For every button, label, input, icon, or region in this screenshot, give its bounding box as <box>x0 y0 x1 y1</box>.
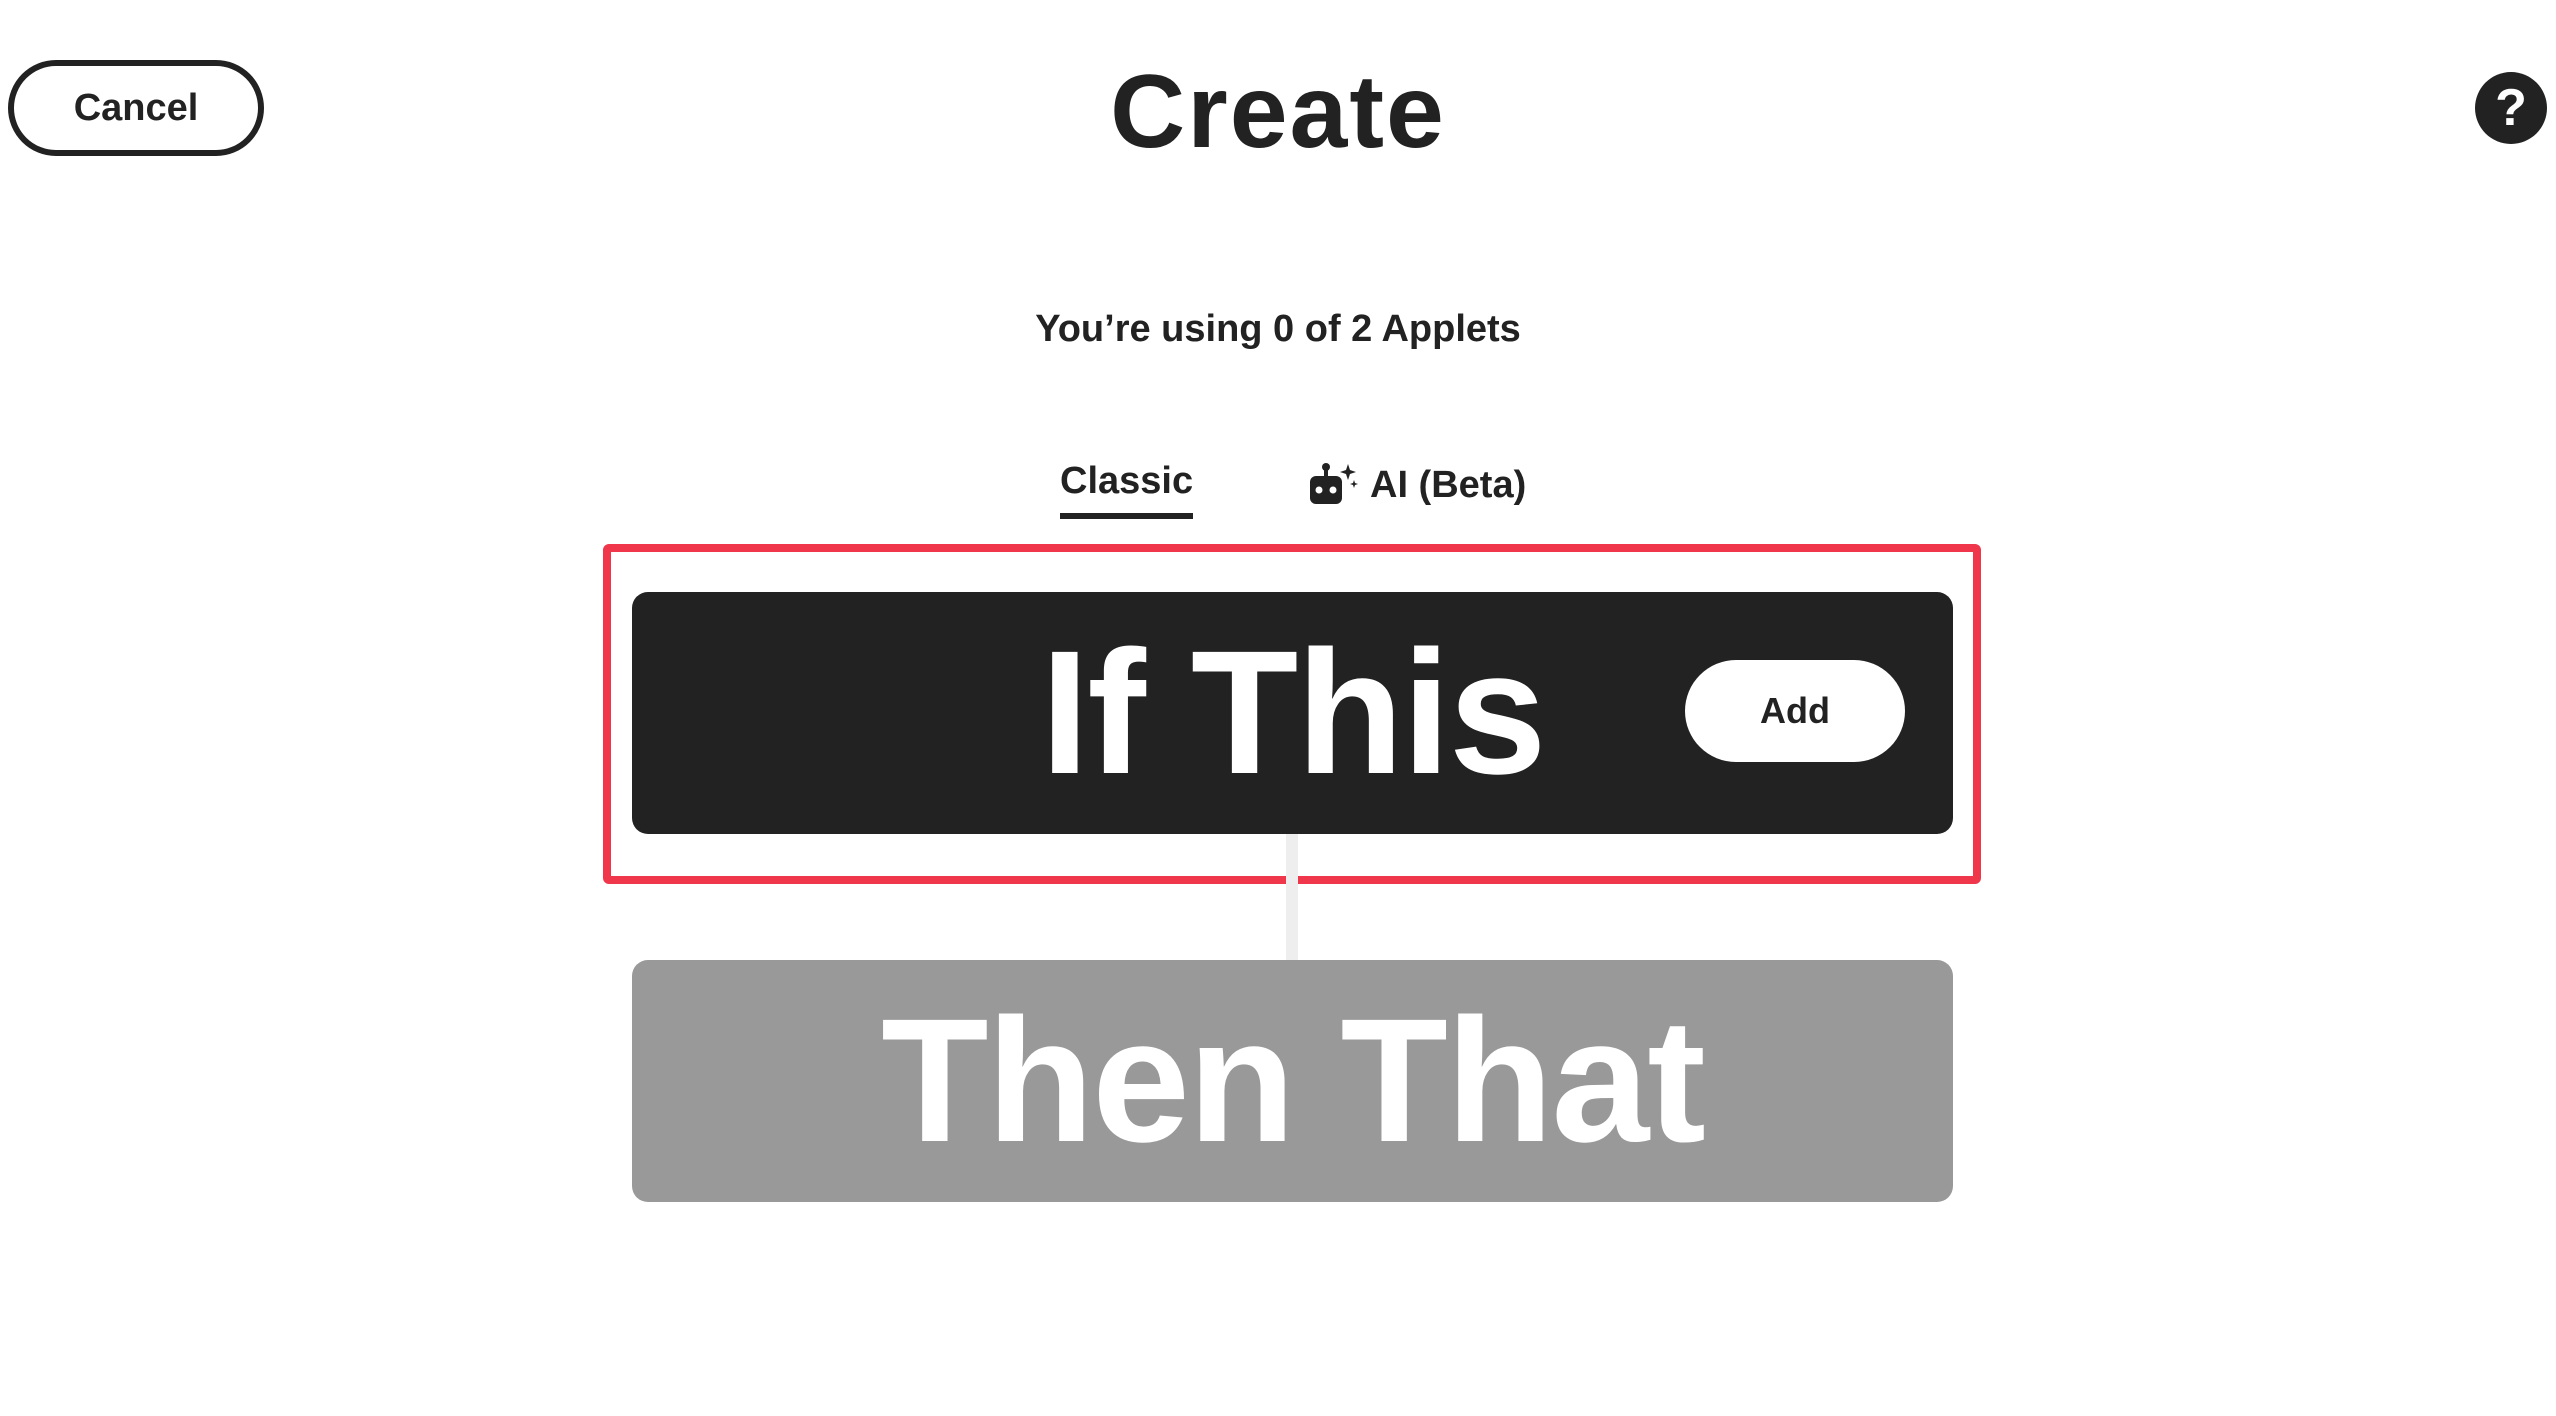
applet-usage-text: You’re using 0 of 2 Applets <box>1035 308 1521 350</box>
create-applet-page: Cancel Create ? You’re using 0 of 2 Appl… <box>0 0 2556 1416</box>
tab-classic[interactable]: Classic <box>1060 460 1194 520</box>
robot-sparkle-icon <box>1310 463 1358 504</box>
add-trigger-button[interactable]: Add <box>1685 660 1905 762</box>
then-that-label: Then That <box>881 983 1706 1179</box>
tab-ai-beta[interactable]: AI (Beta) <box>1308 455 1526 515</box>
then-that-card: Then That <box>632 960 1953 1202</box>
tab-classic-label: Classic <box>1060 460 1194 502</box>
page-title: Create <box>1110 54 1446 170</box>
if-this-card[interactable]: If This Add <box>632 592 1953 834</box>
help-button[interactable]: ? <box>2475 72 2547 144</box>
tab-ai-label: AI (Beta) <box>1370 463 1527 506</box>
question-mark-icon: ? <box>2495 79 2527 137</box>
card-connector-line <box>1286 834 1298 960</box>
active-tab-underline <box>1060 513 1194 519</box>
mode-tabs: Classic AI (Beta) <box>0 455 2556 525</box>
